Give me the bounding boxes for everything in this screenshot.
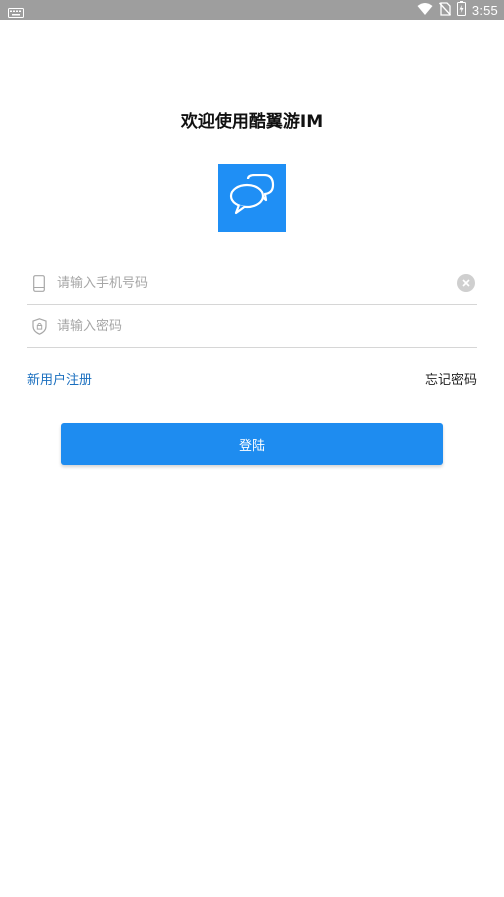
app-logo bbox=[218, 164, 286, 232]
phone-input[interactable] bbox=[55, 267, 457, 299]
no-sim-icon bbox=[438, 1, 451, 20]
phone-icon bbox=[29, 273, 49, 293]
register-link[interactable]: 新用户注册 bbox=[27, 370, 92, 392]
chat-bubbles-icon bbox=[228, 173, 276, 222]
phone-input-row bbox=[27, 262, 477, 305]
status-time: 3:55 bbox=[471, 2, 498, 18]
forgot-password-link[interactable]: 忘记密码 bbox=[425, 370, 477, 392]
clear-phone-button[interactable] bbox=[457, 274, 475, 292]
password-input[interactable] bbox=[55, 310, 477, 342]
close-icon bbox=[462, 279, 470, 287]
password-input-row bbox=[27, 305, 477, 348]
status-bar: 3:55 bbox=[0, 0, 504, 20]
battery-icon bbox=[456, 0, 466, 20]
shield-icon bbox=[29, 316, 49, 336]
wifi-icon bbox=[417, 1, 433, 20]
keyboard-icon bbox=[8, 4, 24, 18]
page-title: 欢迎使用酷翼游IM bbox=[180, 112, 324, 132]
login-button[interactable]: 登陆 bbox=[61, 423, 443, 465]
